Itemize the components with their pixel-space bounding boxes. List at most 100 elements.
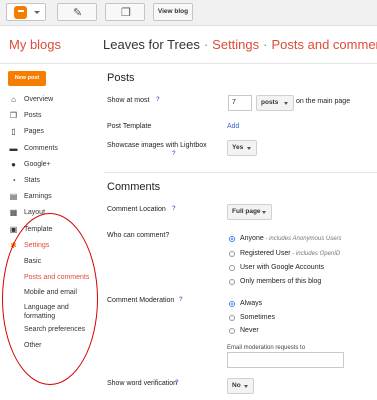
sidebar-item-comments[interactable]: ▬ Comments <box>0 141 100 157</box>
sidebar-item-label: Layout <box>24 209 46 217</box>
radio-button[interactable] <box>229 265 235 271</box>
post-template-label: Post Template <box>107 123 152 130</box>
email-moderation-input[interactable] <box>227 352 344 368</box>
posts-unit-suffix: on the main page <box>296 98 351 105</box>
sidebar-item-label: Google+ <box>24 160 51 168</box>
blogger-menu-button[interactable] <box>6 3 46 21</box>
pages-icon: ❐ <box>121 7 131 19</box>
breadcrumb-separator: · <box>263 37 268 52</box>
breadcrumb: Leaves for Trees · Settings · Posts and comm… <box>103 37 377 52</box>
sidebar-item-posts[interactable]: ❐ Posts <box>0 108 100 124</box>
help-icon[interactable]: ? <box>179 297 183 303</box>
radio-button[interactable] <box>229 328 235 334</box>
sidebar-item-label: Settings <box>24 241 50 249</box>
radio-label: Sometimes <box>240 314 276 321</box>
chevron-down-icon <box>247 147 251 150</box>
post-template-add-link[interactable]: Add <box>227 123 239 130</box>
word-verification-select-label: No <box>232 382 241 389</box>
sidebar-item-layout[interactable]: ▦ Layout <box>0 205 100 221</box>
blogger-logo-icon <box>14 6 27 19</box>
stats-icon: ◔ <box>11 175 16 185</box>
radio-label: Never <box>240 327 259 334</box>
breadcrumb-blog-name[interactable]: Leaves for Trees <box>103 37 200 52</box>
help-icon[interactable]: ? <box>172 206 176 212</box>
lightbox-label: Showcase images with Lightbox <box>107 142 207 149</box>
pages-icon: ▯ <box>11 127 16 137</box>
sidebar-item-label: Posts <box>24 112 42 120</box>
radio-label: Always <box>240 300 263 307</box>
breadcrumb-settings[interactable]: Settings <box>212 37 259 52</box>
settings-subitem-search-preferences[interactable]: Search preferences <box>24 325 85 335</box>
posts-unit-select[interactable]: posts <box>256 95 294 111</box>
posts-section-title: Posts <box>107 72 135 84</box>
word-verification-select[interactable]: No <box>227 378 254 394</box>
view-blog-button[interactable]: View blog <box>153 3 193 21</box>
comment-location-select-label: Full page <box>232 208 261 215</box>
breadcrumb-separator: · <box>203 37 209 52</box>
word-verification-label: Show word verification <box>107 380 178 387</box>
radio-button[interactable] <box>229 251 235 257</box>
sidebar-item-earnings[interactable]: ▤ Earnings <box>0 189 100 205</box>
sidebar-item-label: Pages <box>24 128 44 136</box>
who-can-comment-label: Who can comment? <box>107 232 170 239</box>
settings-subitem-basic[interactable]: Basic <box>24 257 41 267</box>
layout-icon: ▦ <box>9 208 18 218</box>
earnings-icon: ▤ <box>9 192 18 202</box>
radio-button[interactable] <box>229 315 235 321</box>
show-at-most-label: Show at most <box>107 97 150 104</box>
help-icon[interactable]: ? <box>172 151 176 157</box>
new-post-toolbar-button[interactable]: ✎ <box>57 3 97 21</box>
breadcrumb-current: Posts and comments <box>271 37 377 52</box>
template-icon: ▣ <box>9 224 18 234</box>
radio-label: Only members of this blog <box>240 278 322 285</box>
comment-location-select[interactable]: Full page <box>227 204 272 220</box>
sidebar-item-overview[interactable]: ⌂ Overview <box>0 92 100 108</box>
section-divider <box>104 172 377 173</box>
comments-section-title: Comments <box>107 181 161 193</box>
sidebar-item-stats[interactable]: ◔ Stats <box>0 173 100 189</box>
posts-unit-select-label: posts <box>261 99 279 106</box>
radio-button[interactable] <box>229 236 235 242</box>
email-moderation-label: Email moderation requests to <box>227 345 306 351</box>
page-header: My blogs Leaves for Trees · Settings · Posts… <box>0 26 377 64</box>
radio-label: Registered User <box>240 250 291 257</box>
settings-subitem-posts-and-comments[interactable]: Posts and comments <box>24 273 89 283</box>
radio-note: - includes Anonymous Users <box>263 236 342 242</box>
help-icon[interactable]: ? <box>175 380 179 386</box>
comments-icon: ▬ <box>9 143 18 153</box>
settings-subitem-language-and-formatting[interactable]: formatting <box>24 312 55 322</box>
radio-note: - includes OpenID <box>290 251 341 257</box>
sidebar-item-google-plus[interactable]: ● Google+ <box>0 157 100 173</box>
radio-label: User with Google Accounts <box>240 264 325 271</box>
chevron-down-icon <box>284 102 288 105</box>
chevron-down-icon <box>34 11 40 14</box>
home-icon: ⌂ <box>11 95 16 104</box>
settings-subitem-mobile-and-email[interactable]: Mobile and email <box>24 288 77 298</box>
comment-location-label: Comment Location <box>107 206 166 213</box>
sidebar-item-template[interactable]: ▣ Template <box>0 222 100 238</box>
radio-button[interactable] <box>229 301 235 307</box>
help-icon[interactable]: ? <box>156 97 160 103</box>
top-toolbar: ✎ ❐ View blog <box>0 0 377 26</box>
sidebar-item-pages[interactable]: ▯ Pages <box>0 124 100 140</box>
lightbox-select[interactable]: Yes <box>227 140 257 156</box>
radio-button[interactable] <box>229 279 235 285</box>
radio-label: Anyone <box>240 235 264 242</box>
wrench-icon: ✱ <box>10 240 17 250</box>
sidebar-item-label: Template <box>24 225 53 233</box>
sidebar-item-label: Comments <box>24 144 58 152</box>
google-plus-icon: ● <box>11 159 16 169</box>
my-blogs-link[interactable]: My blogs <box>9 37 61 52</box>
new-post-button[interactable]: New post <box>8 71 46 86</box>
sidebar-item-label: Overview <box>24 96 54 103</box>
chevron-down-icon <box>262 211 266 214</box>
sidebar-item-settings[interactable]: ✱ Settings <box>0 238 100 254</box>
settings-subitem-other[interactable]: Other <box>24 341 42 351</box>
posts-icon: ❐ <box>9 111 18 121</box>
chevron-down-icon <box>244 385 248 388</box>
posts-count-input[interactable]: 7 <box>228 95 252 111</box>
pencil-icon: ✎ <box>73 7 83 19</box>
sidebar-item-label: Stats <box>24 176 40 184</box>
lightbox-select-label: Yes <box>232 144 244 151</box>
pages-toolbar-button[interactable]: ❐ <box>105 3 145 21</box>
